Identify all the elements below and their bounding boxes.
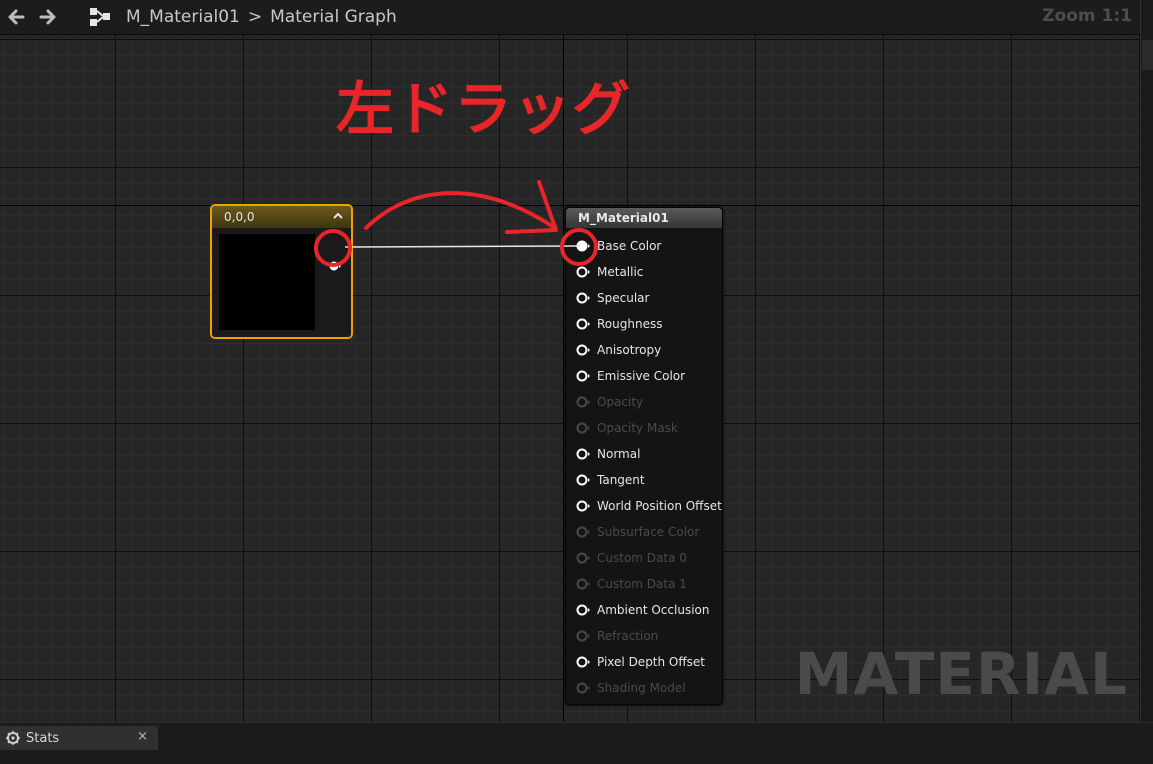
material-input-label: World Position Offset bbox=[597, 499, 722, 513]
material-input-pin-row[interactable]: Custom Data 0 bbox=[576, 549, 687, 567]
color-preview-swatch bbox=[219, 234, 315, 330]
tab-stats[interactable]: Stats × bbox=[0, 726, 158, 750]
input-pin-icon[interactable] bbox=[576, 239, 592, 253]
input-pin-icon[interactable] bbox=[576, 395, 592, 409]
material-input-pin-row[interactable]: Anisotropy bbox=[576, 341, 661, 359]
material-input-pin-row[interactable]: Tangent bbox=[576, 471, 645, 489]
material-input-pin-row[interactable]: Opacity Mask bbox=[576, 419, 678, 437]
graph-icon bbox=[88, 6, 114, 28]
input-pin-icon[interactable] bbox=[576, 499, 592, 513]
palette-tab[interactable] bbox=[1142, 40, 1153, 70]
output-pin-icon[interactable] bbox=[329, 260, 341, 272]
material-input-pin-row[interactable]: Refraction bbox=[576, 627, 658, 645]
graph-watermark: MATERIAL bbox=[794, 640, 1128, 708]
material-input-label: Emissive Color bbox=[597, 369, 686, 383]
material-input-label: Subsurface Color bbox=[597, 525, 700, 539]
material-input-pin-row[interactable]: Normal bbox=[576, 445, 640, 463]
material-input-pin-row[interactable]: Subsurface Color bbox=[576, 523, 699, 541]
input-pin-icon[interactable] bbox=[576, 265, 592, 279]
material-input-pin-row[interactable]: Specular bbox=[576, 289, 649, 307]
breadcrumb-separator: > bbox=[247, 7, 263, 27]
input-pin-icon[interactable] bbox=[576, 603, 592, 617]
tab-stats-close-button[interactable]: × bbox=[137, 729, 148, 744]
material-input-label: Custom Data 0 bbox=[597, 551, 687, 565]
arrow-left-icon bbox=[8, 9, 25, 25]
material-input-label: Roughness bbox=[597, 317, 663, 331]
material-input-pin-row[interactable]: World Position Offset bbox=[576, 497, 722, 515]
back-button[interactable] bbox=[0, 0, 32, 34]
constant-node-title: 0,0,0 bbox=[224, 210, 255, 224]
material-input-label: Normal bbox=[597, 447, 641, 461]
input-pin-icon[interactable] bbox=[576, 291, 592, 305]
arrow-right-icon bbox=[39, 9, 56, 25]
input-pin-icon[interactable] bbox=[576, 421, 592, 435]
breadcrumb-graph[interactable]: Material Graph bbox=[270, 7, 397, 27]
material-input-label: Tangent bbox=[597, 473, 645, 487]
origin-axis-horizontal bbox=[0, 205, 1140, 206]
constant-node-header[interactable]: 0,0,0 bbox=[212, 206, 351, 228]
input-pin-icon[interactable] bbox=[576, 681, 592, 695]
stats-gear-icon bbox=[6, 731, 20, 745]
material-input-pin-row[interactable]: Custom Data 1 bbox=[576, 575, 687, 593]
input-pin-icon[interactable] bbox=[576, 343, 592, 357]
input-pin-icon[interactable] bbox=[576, 551, 592, 565]
forward-button[interactable] bbox=[32, 0, 64, 34]
chevron-up-icon[interactable] bbox=[331, 209, 345, 223]
input-pin-icon[interactable] bbox=[576, 369, 592, 383]
material-input-pin-row[interactable]: Ambient Occlusion bbox=[576, 601, 709, 619]
constant-node-body bbox=[212, 228, 351, 337]
material-input-label: Ambient Occlusion bbox=[597, 603, 710, 617]
input-pin-icon[interactable] bbox=[576, 317, 592, 331]
annotation-text: 左ドラッグ bbox=[336, 75, 632, 143]
connection-wire[interactable] bbox=[344, 245, 581, 248]
bottom-panel-bar: Stats × bbox=[0, 722, 1153, 764]
material-input-label: Base Color bbox=[597, 239, 662, 253]
input-pin-icon[interactable] bbox=[576, 473, 592, 487]
material-input-label: Anisotropy bbox=[597, 343, 662, 357]
material-input-label: Refraction bbox=[597, 629, 659, 643]
material-input-label: Opacity Mask bbox=[597, 421, 678, 435]
input-pin-icon[interactable] bbox=[576, 577, 592, 591]
material-input-pin-row[interactable]: Roughness bbox=[576, 315, 662, 333]
material-input-label: Custom Data 1 bbox=[597, 577, 687, 591]
material-input-label: Pixel Depth Offset bbox=[597, 655, 705, 669]
material-input-pin-row[interactable]: Emissive Color bbox=[576, 367, 685, 385]
material-result-node[interactable]: M_Material01 Base Color Metallic Specular R… bbox=[565, 207, 723, 705]
input-pin-icon[interactable] bbox=[576, 525, 592, 539]
graph-toolbar: M_Material01 > Material Graph Zoom 1:1 bbox=[0, 0, 1140, 35]
material-input-label: Metallic bbox=[597, 265, 644, 279]
tab-stats-label: Stats bbox=[26, 730, 60, 746]
material-input-pin-row[interactable]: Pixel Depth Offset bbox=[576, 653, 705, 671]
material-node-header[interactable]: M_Material01 bbox=[566, 208, 722, 228]
input-pin-icon[interactable] bbox=[576, 655, 592, 669]
material-input-pin-row[interactable]: Base Color bbox=[576, 237, 661, 255]
material-input-label: Shading Model bbox=[597, 681, 686, 695]
palette-panel-strip[interactable] bbox=[1140, 0, 1153, 722]
input-pin-icon[interactable] bbox=[576, 629, 592, 643]
breadcrumb-asset[interactable]: M_Material01 bbox=[126, 7, 240, 27]
material-input-pin-row[interactable]: Shading Model bbox=[576, 679, 686, 697]
material-input-pin-row[interactable]: Metallic bbox=[576, 263, 643, 281]
zoom-level: Zoom 1:1 bbox=[1042, 6, 1132, 26]
input-pin-icon[interactable] bbox=[576, 447, 592, 461]
material-input-pin-row[interactable]: Opacity bbox=[576, 393, 643, 411]
material-node-title: M_Material01 bbox=[578, 211, 669, 225]
constant-vector-node[interactable]: 0,0,0 bbox=[210, 204, 353, 339]
material-input-label: Opacity bbox=[597, 395, 644, 409]
material-input-label: Specular bbox=[597, 291, 650, 305]
